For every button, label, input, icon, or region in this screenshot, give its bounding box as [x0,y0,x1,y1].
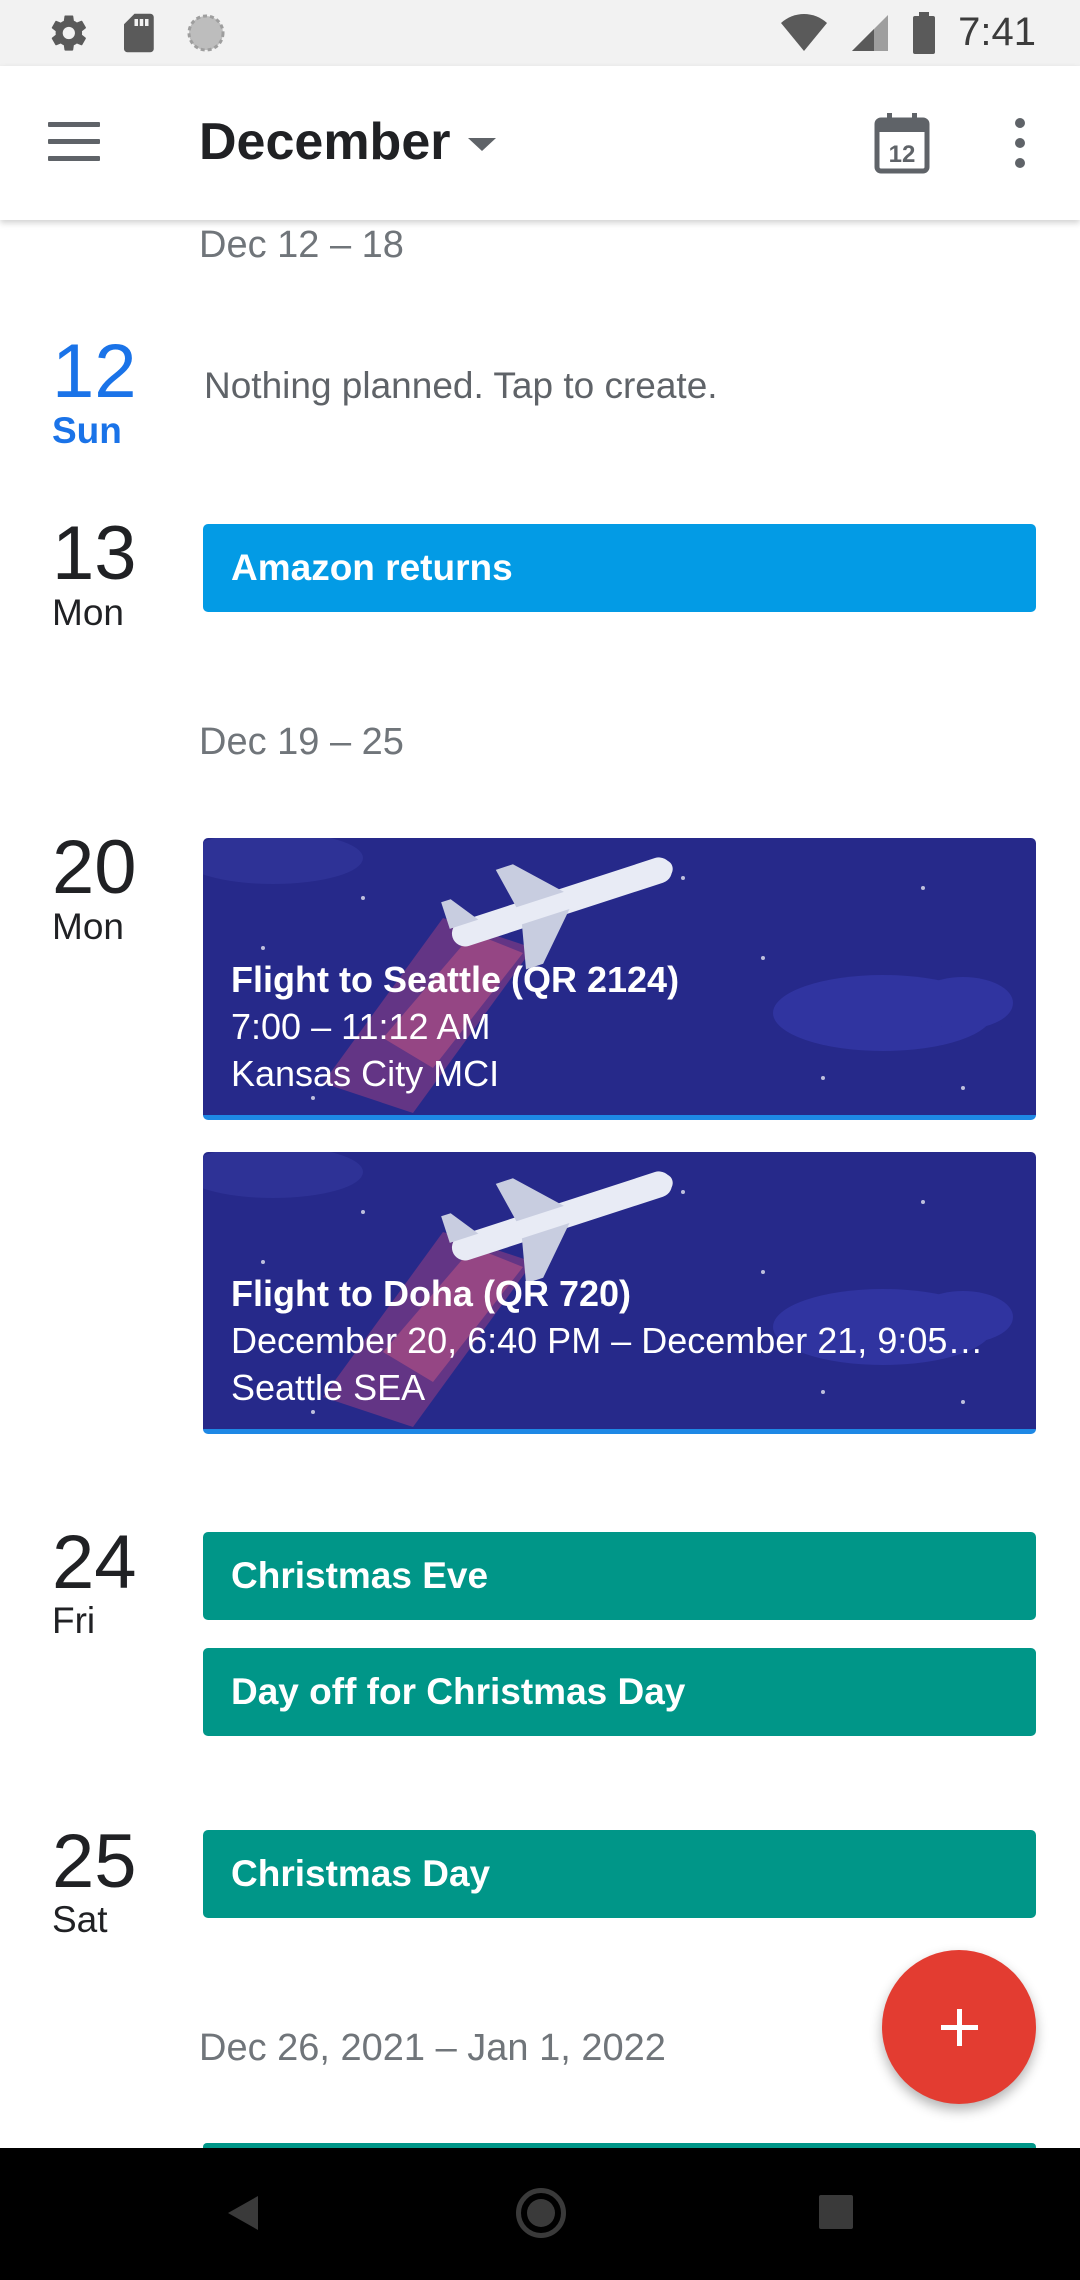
event-title: Day off for Christmas Day [231,1671,686,1712]
flight-event-card[interactable]: Flight to Doha (QR 720) December 20, 6:4… [203,1152,1036,1434]
day-number[interactable]: 25 [52,1824,137,1900]
today-button[interactable]: 12 [874,112,930,174]
event-location: Kansas City MCI [231,1053,500,1094]
month-dropdown[interactable]: December [199,112,497,172]
today-icon-day: 12 [889,141,916,168]
gear-icon [51,15,86,51]
week-header: Dec 19 – 25 [199,721,404,763]
day-name: Sat [52,1899,108,1940]
app-bar: December 12 [0,66,1080,220]
day-number[interactable]: 20 [52,830,137,906]
create-event-button[interactable] [882,1950,1036,2104]
sd-card-icon [124,13,154,53]
day-number[interactable]: 24 [52,1525,137,1601]
week-header: Dec 26, 2021 – Jan 1, 2022 [199,2027,666,2069]
event-chip[interactable]: Day off for Christmas Day [203,1648,1036,1736]
navigation-bar [0,2148,1080,2280]
event-chip[interactable]: Amazon returns [203,524,1036,612]
week-header: Dec 12 – 18 [199,224,404,266]
day-name: Mon [52,906,124,947]
day-name: Sun [52,410,122,451]
event-location: Seattle SEA [231,1367,426,1408]
day-name: Mon [52,592,124,633]
sync-icon [187,14,225,52]
calendar-icon: 12 [874,113,930,174]
flight-event-card[interactable]: Flight to Seattle (QR 2124) 7:00 – 11:12… [203,838,1036,1120]
event-chip[interactable]: Christmas Eve [203,1532,1036,1620]
event-title: Flight to Seattle (QR 2124) [231,959,680,1000]
event-time: 7:00 – 11:12 AM [231,1006,491,1047]
more-options-icon[interactable] [1008,118,1032,174]
month-title: December [199,113,451,171]
day-name: Fri [52,1600,96,1641]
status-bar: 7:41 [0,0,1080,66]
flight-details: Flight to Doha (QR 720) December 20, 6:4… [231,1270,1022,1411]
day-number[interactable]: 12 [52,334,137,410]
wifi-icon [781,13,828,51]
event-title: Flight to Doha (QR 720) [231,1273,631,1314]
event-chip[interactable]: Christmas Day [203,1830,1036,1918]
signal-icon [852,14,889,51]
battery-icon [913,11,936,54]
event-title: Amazon returns [231,547,513,588]
caret-down-icon [468,137,497,151]
event-title: Christmas Day [231,1853,491,1894]
event-time: December 20, 6:40 PM – December 21, 9:05… [231,1320,984,1361]
status-time: 7:41 [958,10,1036,54]
status-right-icons: 7:41 [780,10,1036,55]
flight-details: Flight to Seattle (QR 2124) 7:00 – 11:12… [231,956,1022,1097]
event-title: Christmas Eve [231,1555,489,1596]
back-icon[interactable] [228,2196,258,2230]
day-number[interactable]: 13 [52,516,137,592]
home-icon[interactable] [516,2188,566,2238]
recents-icon[interactable] [819,2195,853,2229]
status-left-icons [48,12,226,54]
menu-icon[interactable] [48,122,108,166]
nothing-planned-prompt[interactable]: Nothing planned. Tap to create. [204,365,718,407]
